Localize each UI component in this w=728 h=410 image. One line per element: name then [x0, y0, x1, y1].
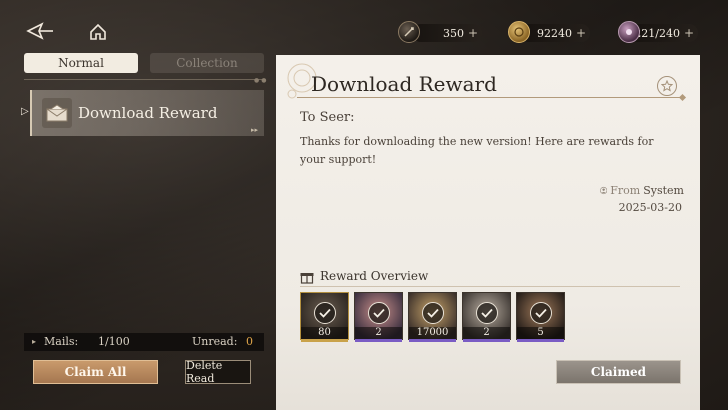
user-icon — [600, 186, 608, 195]
mails-label: Mails: — [44, 335, 79, 348]
currency-value: 92240 — [537, 26, 572, 40]
from-label: From — [610, 184, 641, 197]
reward-item[interactable]: 80 — [300, 292, 349, 342]
tab-normal[interactable]: Normal — [24, 53, 138, 73]
currency-quill: 350 + — [412, 24, 482, 42]
mail-list-item[interactable]: Download Reward ▸▸ — [30, 90, 264, 136]
unread-label: Unread: — [192, 335, 238, 348]
currency-value: 350 — [443, 26, 464, 40]
reward-overview-title: Reward Overview — [320, 269, 429, 283]
mails-count: 1/100 — [98, 335, 130, 348]
claimed-check-icon — [422, 302, 444, 324]
mail-list-item-title: Download Reward — [78, 104, 218, 122]
back-button[interactable] — [22, 20, 56, 42]
reward-qty: 17000 — [409, 327, 456, 339]
claimed-check-icon — [368, 302, 390, 324]
home-button[interactable] — [86, 20, 110, 44]
currency-plus-button[interactable]: + — [468, 26, 478, 40]
reward-divider — [300, 286, 680, 287]
corner-arrows-icon: ▸▸ — [250, 126, 258, 134]
claimed-check-icon — [476, 302, 498, 324]
delete-read-button[interactable]: Delete Read — [185, 359, 251, 385]
rarity-bar — [409, 339, 456, 342]
reward-item[interactable]: 2 — [354, 292, 403, 342]
unread-count: 0 — [246, 335, 253, 348]
mail-detail-panel — [276, 55, 700, 410]
mail-sender: From System — [600, 184, 684, 197]
gold-coin-icon — [508, 21, 530, 43]
reward-item[interactable]: 2 — [462, 292, 511, 342]
claimed-check-icon — [314, 302, 336, 324]
rarity-bar — [517, 339, 564, 342]
reward-qty: 5 — [517, 327, 564, 339]
star-icon — [661, 80, 673, 92]
mail-count-bar: ▸ Mails: 1/100 Unread: 0 — [24, 333, 264, 351]
back-arrow-icon — [26, 22, 53, 40]
mail-body: Thanks for downloading the new version! … — [300, 135, 654, 166]
currency-gold: 92240 + — [520, 24, 590, 42]
tab-divider — [24, 79, 264, 80]
home-icon — [90, 23, 106, 40]
mail-small-icon: ▸ — [32, 337, 37, 346]
currency-plus-button[interactable]: + — [576, 26, 586, 40]
currency-plus-button[interactable]: + — [684, 26, 694, 40]
currency-value: 221/240 — [634, 26, 680, 40]
claimed-button[interactable]: Claimed — [556, 360, 681, 384]
favorite-button[interactable] — [657, 76, 677, 96]
envelope-icon — [42, 98, 72, 128]
reward-qty: 2 — [355, 327, 402, 339]
from-value: System — [643, 184, 684, 197]
reward-item[interactable]: 5 — [516, 292, 565, 342]
quill-coin-icon — [398, 21, 420, 43]
title-divider — [297, 97, 683, 98]
rarity-bar — [355, 339, 402, 342]
reward-qty: 80 — [301, 327, 348, 339]
stamina-icon — [618, 21, 640, 43]
reward-item[interactable]: 17000 — [408, 292, 457, 342]
claimed-check-icon — [530, 302, 552, 324]
mail-title: Download Reward — [311, 72, 497, 96]
selection-arrow-icon: ▷ — [21, 106, 29, 117]
divider-dots: ●● — [254, 77, 269, 84]
claim-all-button[interactable]: Claim All — [33, 360, 158, 384]
reward-qty: 2 — [463, 327, 510, 339]
rarity-bar — [301, 339, 348, 342]
mail-date: 2025-03-20 — [618, 201, 682, 214]
rarity-bar — [463, 339, 510, 342]
tab-collection[interactable]: Collection — [150, 53, 264, 73]
mail-greeting: To Seer: — [300, 110, 355, 125]
gift-icon — [300, 273, 314, 284]
